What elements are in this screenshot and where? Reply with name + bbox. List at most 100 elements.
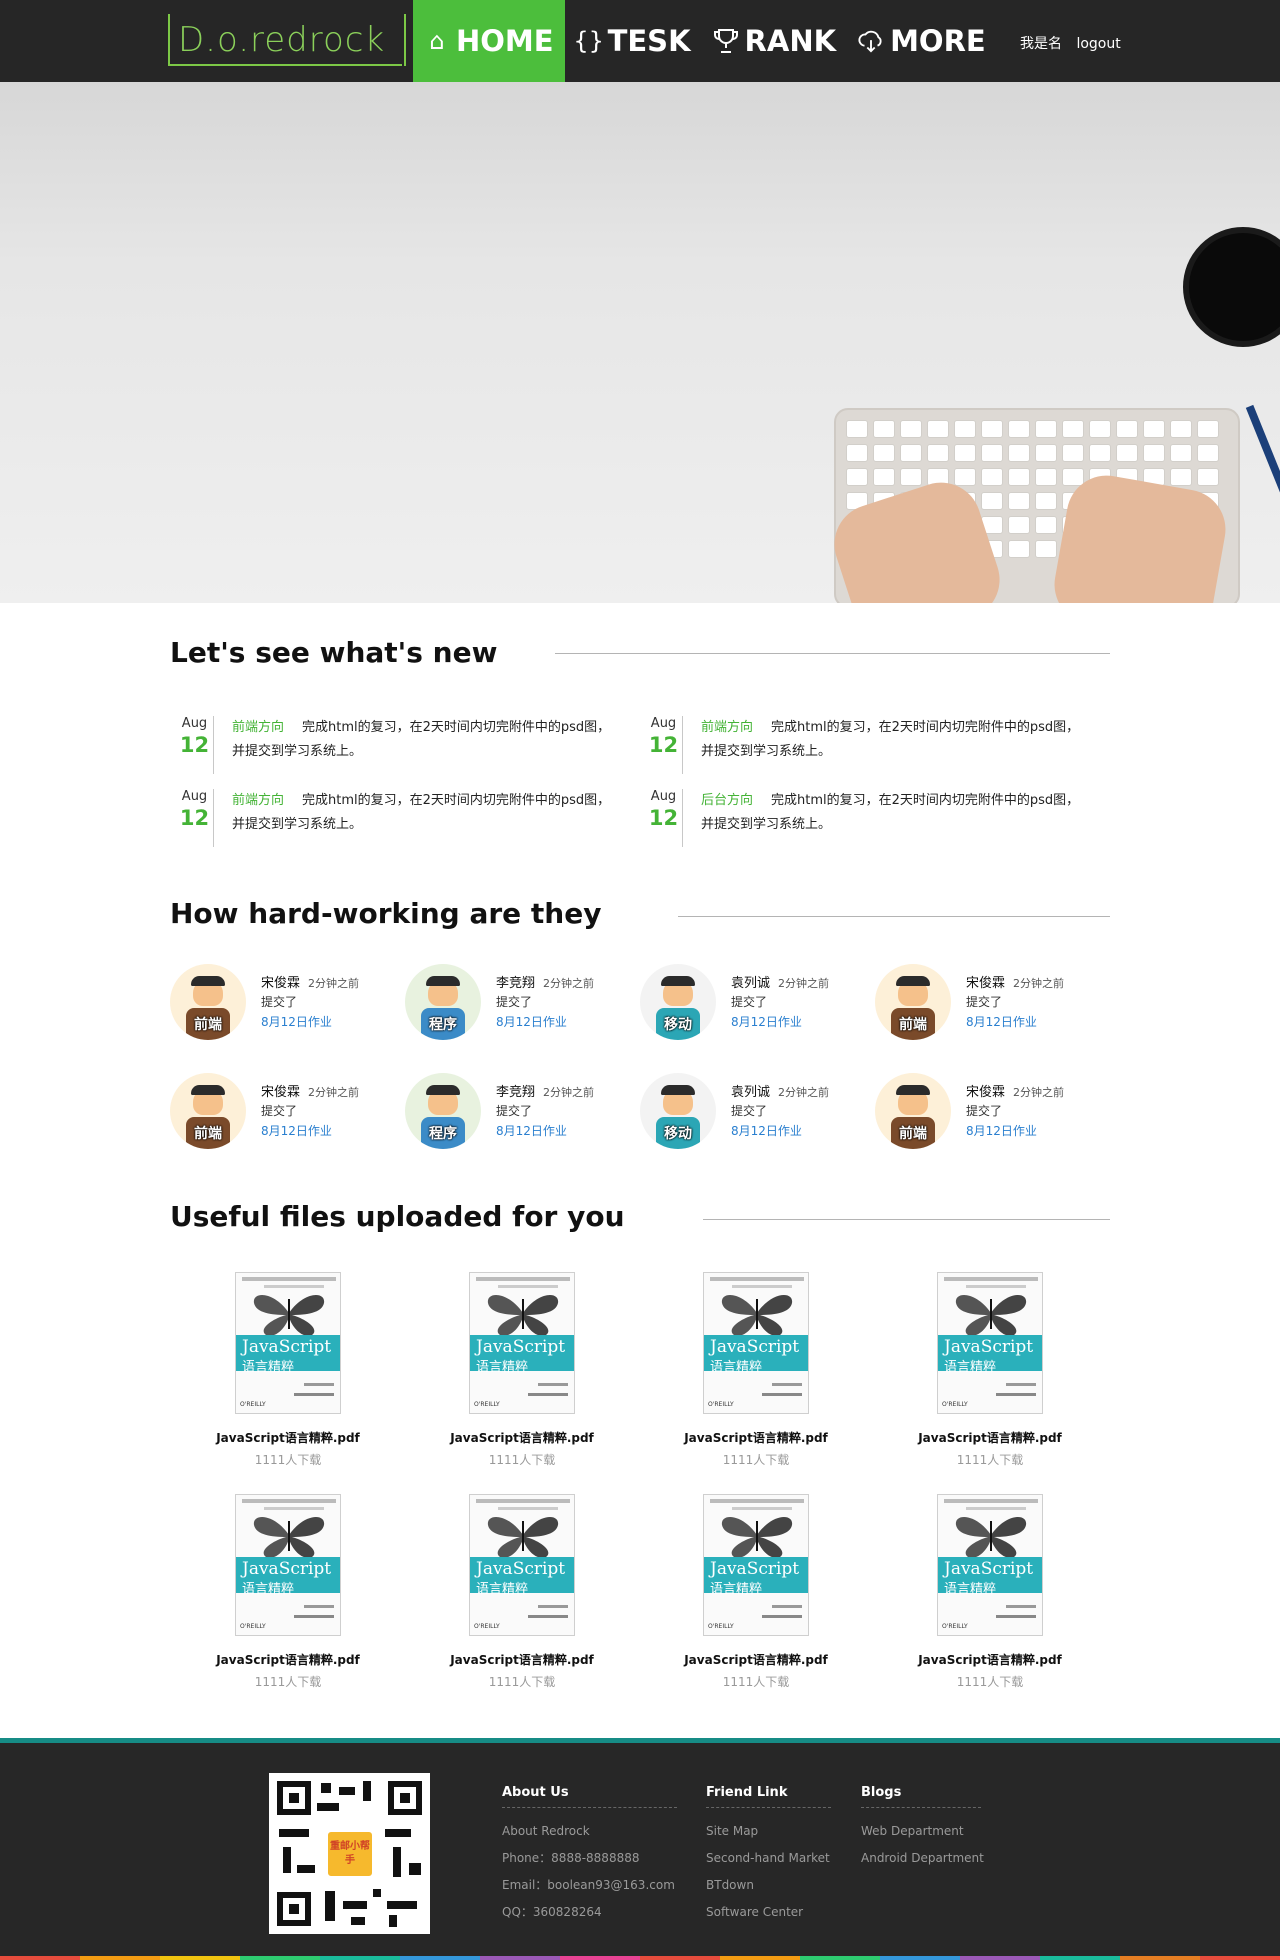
nav-tesk[interactable]: {} TESK	[565, 0, 702, 82]
file-name[interactable]: JavaScript语言精粹.pdf	[650, 1651, 862, 1668]
avatar-badge: 程序	[429, 1017, 457, 1033]
homework-link[interactable]: 8月12日作业	[966, 1013, 1037, 1030]
stripe-segment	[400, 1956, 480, 1960]
stripe-segment	[0, 1956, 80, 1960]
member-activity[interactable]: 程序 李竞翔 2分钟之前 提交了 8月12日作业	[405, 962, 631, 1042]
logout-link[interactable]: logout	[1076, 36, 1120, 52]
file-name[interactable]: JavaScript语言精粹.pdf	[884, 1429, 1096, 1446]
member-activity[interactable]: 前端 宋俊霖 2分钟之前 提交了 8月12日作业	[170, 962, 396, 1042]
file-card[interactable]: JavaScript 语言精粹 O'REILLY JavaScript语言精粹.pdf…	[182, 1494, 382, 1694]
member-name: 袁列诚	[731, 1085, 771, 1100]
footer-link[interactable]: About Redrock	[502, 1818, 677, 1845]
member-activity[interactable]: 程序 李竞翔 2分钟之前 提交了 8月12日作业	[405, 1071, 631, 1151]
homework-link[interactable]: 8月12日作业	[731, 1122, 802, 1139]
member-activity[interactable]: 前端 宋俊霖 2分钟之前 提交了 8月12日作业	[170, 1071, 396, 1151]
book-cover-image[interactable]: JavaScript 语言精粹 O'REILLY	[937, 1272, 1043, 1414]
book-cover-image[interactable]: JavaScript 语言精粹 O'REILLY	[703, 1272, 809, 1414]
home-icon: ⌂	[429, 27, 445, 55]
file-card[interactable]: JavaScript 语言精粹 O'REILLY JavaScript语言精粹.pdf…	[650, 1494, 850, 1694]
file-card[interactable]: JavaScript 语言精粹 O'REILLY JavaScript语言精粹.pdf…	[416, 1272, 616, 1472]
member-action: 提交了	[496, 995, 533, 1009]
qr-code-image: 重邮小帮手	[269, 1773, 430, 1934]
stripe-segment	[1040, 1956, 1120, 1960]
file-name[interactable]: JavaScript语言精粹.pdf	[884, 1651, 1096, 1668]
footer-link[interactable]: Web Department	[861, 1818, 981, 1845]
coffee-cup-image	[1183, 227, 1280, 347]
footer-color-stripe	[0, 1956, 1280, 1960]
butterfly-icon	[487, 1516, 559, 1558]
butterfly-icon	[955, 1516, 1027, 1558]
book-cover-image[interactable]: JavaScript 语言精粹 O'REILLY	[235, 1494, 341, 1636]
avatar-badge: 前端	[194, 1017, 222, 1033]
footer-link[interactable]: Site Map	[706, 1818, 831, 1845]
file-card[interactable]: JavaScript 语言精粹 O'REILLY JavaScript语言精粹.pdf…	[416, 1494, 616, 1694]
homework-link[interactable]: 8月12日作业	[496, 1122, 567, 1139]
download-count: 1111人下载	[722, 1453, 790, 1467]
member-name: 袁列诚	[731, 976, 771, 991]
footer-link[interactable]: Android Department	[861, 1845, 984, 1872]
news-item[interactable]: Aug 12 后台方向 完成html的复习，在2天时间内切完附件中的psd图，并提交…	[639, 789, 1079, 847]
file-card[interactable]: JavaScript 语言精粹 O'REILLY JavaScript语言精粹.pdf…	[182, 1272, 382, 1472]
avatar-badge: 前端	[194, 1126, 222, 1142]
book-cover-image[interactable]: JavaScript 语言精粹 O'REILLY	[703, 1494, 809, 1636]
username-link[interactable]: 我是名	[1020, 36, 1062, 52]
download-count: 1111人下载	[488, 1453, 556, 1467]
nav-more[interactable]: MORE	[847, 0, 997, 82]
member-activity[interactable]: 前端 宋俊霖 2分钟之前 提交了 8月12日作业	[875, 962, 1101, 1042]
avatar: 程序	[405, 1073, 481, 1149]
news-date: Aug 12	[645, 789, 683, 847]
qr-logo: 重邮小帮手	[325, 1829, 375, 1879]
stripe-segment	[240, 1956, 320, 1960]
member-time: 2分钟之前	[308, 977, 360, 990]
news-item[interactable]: Aug 12 前端方向 完成html的复习，在2天时间内切完附件中的psd图，并提交…	[170, 716, 610, 774]
member-name: 宋俊霖	[261, 1085, 301, 1100]
book-cover-image[interactable]: JavaScript 语言精粹 O'REILLY	[469, 1272, 575, 1414]
book-cover-image[interactable]: JavaScript 语言精粹 O'REILLY	[235, 1272, 341, 1414]
news-tag: 前端方向	[232, 720, 285, 735]
file-name[interactable]: JavaScript语言精粹.pdf	[182, 1429, 394, 1446]
download-count: 1111人下载	[254, 1453, 322, 1467]
file-name[interactable]: JavaScript语言精粹.pdf	[182, 1651, 394, 1668]
footer-link[interactable]: Second-hand Market	[706, 1845, 831, 1872]
homework-link[interactable]: 8月12日作业	[496, 1013, 567, 1030]
member-activity[interactable]: 移动 袁列诚 2分钟之前 提交了 8月12日作业	[640, 1071, 866, 1151]
file-name[interactable]: JavaScript语言精粹.pdf	[416, 1651, 628, 1668]
butterfly-icon	[955, 1294, 1027, 1336]
homework-link[interactable]: 8月12日作业	[966, 1122, 1037, 1139]
file-card[interactable]: JavaScript 语言精粹 O'REILLY JavaScript语言精粹.pdf…	[884, 1494, 1084, 1694]
footer-blogs: Blogs Web Department Android Department	[861, 1785, 984, 1872]
avatar-badge: 移动	[664, 1017, 692, 1033]
nav-home[interactable]: ⌂ HOME	[413, 0, 565, 82]
footer-link[interactable]: Software Center	[706, 1899, 831, 1926]
butterfly-icon	[253, 1516, 325, 1558]
cloud-download-icon	[858, 26, 884, 56]
pencil-image	[1245, 404, 1280, 520]
file-name[interactable]: JavaScript语言精粹.pdf	[416, 1429, 628, 1446]
trophy-icon	[713, 26, 739, 56]
news-item[interactable]: Aug 12 前端方向 完成html的复习，在2天时间内切完附件中的psd图，并提交…	[639, 716, 1079, 774]
book-cover-image[interactable]: JavaScript 语言精粹 O'REILLY	[469, 1494, 575, 1636]
news-text: 完成html的复习，在2天时间内切完附件中的psd图，并提交到学习系统上。	[701, 720, 1080, 759]
download-count: 1111人下载	[488, 1675, 556, 1689]
footer-qq: QQ：360828264	[502, 1905, 602, 1919]
top-navbar: D.o.redrock ⌂ HOME {} TESK RANK MORE 我是名…	[0, 0, 1280, 82]
avatar-badge: 前端	[899, 1017, 927, 1033]
homework-link[interactable]: 8月12日作业	[731, 1013, 802, 1030]
files-section-title: Useful files uploaded for you	[170, 1200, 625, 1233]
homework-link[interactable]: 8月12日作业	[261, 1122, 332, 1139]
site-logo[interactable]: D.o.redrock	[168, 14, 406, 66]
member-activity[interactable]: 前端 宋俊霖 2分钟之前 提交了 8月12日作业	[875, 1071, 1101, 1151]
member-time: 2分钟之前	[778, 977, 830, 990]
file-name[interactable]: JavaScript语言精粹.pdf	[650, 1429, 862, 1446]
book-cover-image[interactable]: JavaScript 语言精粹 O'REILLY	[937, 1494, 1043, 1636]
member-action: 提交了	[261, 995, 298, 1009]
file-card[interactable]: JavaScript 语言精粹 O'REILLY JavaScript语言精粹.pdf…	[650, 1272, 850, 1472]
nav-rank[interactable]: RANK	[702, 0, 848, 82]
news-item[interactable]: Aug 12 前端方向 完成html的复习，在2天时间内切完附件中的psd图，并提交…	[170, 789, 610, 847]
footer-email[interactable]: Email：boolean93@163.com	[502, 1872, 677, 1899]
avatar: 前端	[875, 964, 951, 1040]
homework-link[interactable]: 8月12日作业	[261, 1013, 332, 1030]
file-card[interactable]: JavaScript 语言精粹 O'REILLY JavaScript语言精粹.pdf…	[884, 1272, 1084, 1472]
footer-link[interactable]: BTdown	[706, 1872, 831, 1899]
member-activity[interactable]: 移动 袁列诚 2分钟之前 提交了 8月12日作业	[640, 962, 866, 1042]
